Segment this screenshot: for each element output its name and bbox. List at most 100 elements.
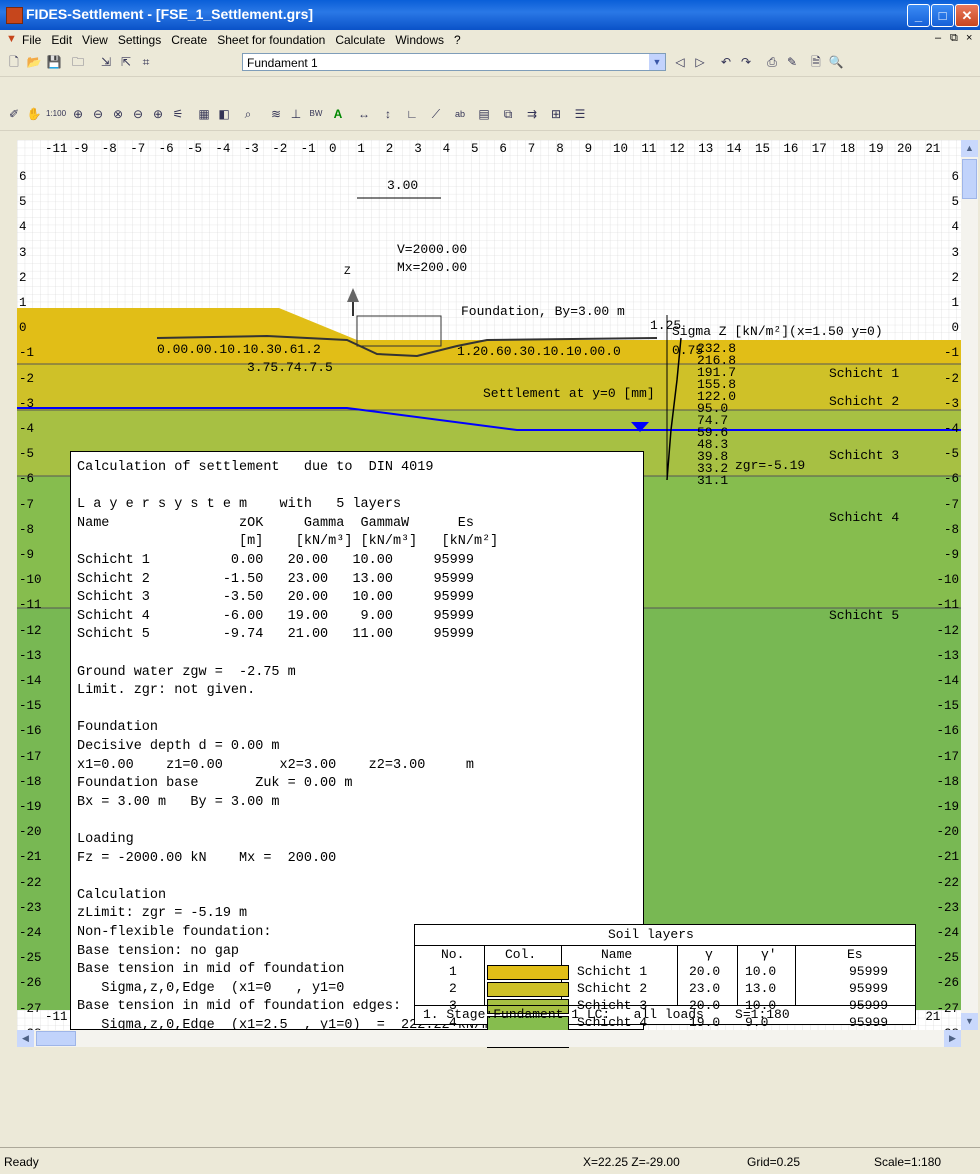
text-icon[interactable]: A	[330, 106, 346, 122]
zoom-all-icon[interactable]: ⊕	[150, 106, 166, 122]
ruler-tick: 3	[19, 245, 27, 260]
menu-help[interactable]: ?	[449, 30, 466, 50]
scroll-down-icon[interactable]: ▼	[961, 1013, 978, 1030]
ruler-tick: -6	[943, 472, 959, 487]
soil-color-swatch[interactable]	[487, 982, 569, 997]
previous-sheet-icon[interactable]: ◁	[672, 54, 688, 70]
left-ruler: 6 5 4 3 2 1 0 -1 -2 -3 -4 -5 -6 -7 -8 -9 -10 -11 -12 -13 -14…	[19, 140, 49, 1030]
group-icon[interactable]: ⊞	[548, 106, 564, 122]
ruler-tick: -3	[943, 396, 959, 411]
horizontal-scroll-thumb[interactable]	[36, 1031, 76, 1046]
scale-icon[interactable]: 1:100	[46, 106, 66, 122]
ruler-tick: -8	[101, 142, 117, 156]
copy-icon[interactable]: ⧉	[500, 106, 516, 122]
menu-view[interactable]: View	[77, 30, 113, 50]
ruler-tick: -15	[19, 699, 42, 714]
menu-edit[interactable]: Edit	[46, 30, 77, 50]
save-icon[interactable]: 💾	[46, 54, 62, 70]
properties-icon[interactable]: ☰	[572, 106, 588, 122]
layer-icon[interactable]: ◧	[216, 106, 232, 122]
soil-color-swatch[interactable]	[487, 965, 569, 980]
soil-header-col: Col.	[505, 947, 537, 962]
angle-icon[interactable]: ∟	[404, 106, 420, 122]
find-icon[interactable]: ⌕	[240, 106, 256, 122]
folder-icon[interactable]: 🗀	[70, 54, 86, 70]
ruler-tick: -27	[936, 1001, 959, 1016]
zoom-out-icon[interactable]: ⊖	[90, 106, 106, 122]
menu-calculate[interactable]: Calculate	[330, 30, 390, 50]
vertical-scrollbar[interactable]: ▲ ▼	[961, 140, 978, 1030]
ruler-tick: -23	[936, 900, 959, 915]
result-line: Schicht 3 -3.50 20.00 10.00 95999	[77, 590, 474, 606]
mdi-restore-icon[interactable]: ⧉	[950, 32, 958, 45]
zoom-previous-icon[interactable]: ⊖	[130, 106, 146, 122]
minimize-button[interactable]: _	[907, 4, 930, 27]
app-icon[interactable]	[6, 7, 23, 24]
mdi-minimize-icon[interactable]: –	[935, 32, 941, 44]
ruler-tick: -2	[943, 371, 959, 386]
preview-icon[interactable]: 🔍	[828, 54, 844, 70]
ruler-tick: 0	[329, 142, 337, 156]
soil-header-no: No.	[441, 947, 465, 962]
ruler-tick: -21	[936, 850, 959, 865]
redo-icon[interactable]: ↷	[738, 54, 754, 70]
ruler-tick: -1	[943, 346, 959, 361]
ruler-tick: 19	[868, 142, 884, 156]
soil-layer-icon[interactable]: ≋	[268, 106, 284, 122]
maximize-button[interactable]: □	[931, 4, 954, 27]
sheet-select[interactable]: Fundament 1 ▼	[242, 53, 666, 71]
new-file-icon[interactable]: 🗋	[6, 54, 22, 70]
settlement-label: Settlement at y=0 [mm]	[483, 386, 655, 401]
scroll-left-icon[interactable]: ◀	[17, 1030, 34, 1047]
soil-layers-table[interactable]: Soil layers No. Col. Name γ γ' Es 1 Schic…	[414, 924, 916, 1048]
ruler-tick: -17	[19, 749, 42, 764]
next-sheet-icon[interactable]: ▷	[692, 54, 708, 70]
ruler-tick: 12	[669, 142, 685, 156]
close-button[interactable]: ✕	[955, 4, 979, 27]
status-grid: Grid=0.25	[747, 1155, 801, 1169]
hatch-icon[interactable]: ▤	[476, 106, 492, 122]
scroll-right-icon[interactable]: ▶	[944, 1030, 961, 1047]
menu-settings[interactable]: Settings	[113, 30, 166, 50]
pan-icon[interactable]: ✋	[26, 106, 42, 122]
menu-windows[interactable]: Windows	[390, 30, 449, 50]
ruler-tick: -20	[936, 825, 959, 840]
edit-icon[interactable]: ✐	[6, 106, 22, 122]
menu-sheet-for-foundation[interactable]: Sheet for foundation	[212, 30, 330, 50]
horizontal-scrollbar[interactable]: ◀ ▶	[17, 1030, 961, 1047]
slope-icon[interactable]: ⟋	[428, 106, 444, 122]
grid-icon[interactable]: ▦	[196, 106, 212, 122]
import-icon[interactable]: ⇲	[98, 54, 114, 70]
ruler-tick: -11	[936, 598, 959, 613]
export-icon[interactable]: ⇱	[118, 54, 134, 70]
scroll-up-icon[interactable]: ▲	[961, 140, 978, 157]
menu-create[interactable]: Create	[166, 30, 212, 50]
result-line: L a y e r s y s t e m with 5 layers	[77, 497, 402, 513]
menu-app-icon[interactable]: ▼	[6, 33, 17, 45]
pick-icon[interactable]: ⚟	[170, 106, 186, 122]
result-line: Schicht 5 -9.74 21.00 11.00 95999	[77, 627, 474, 643]
wand-icon[interactable]: ✎	[784, 54, 800, 70]
open-file-icon[interactable]: 📂	[26, 54, 42, 70]
vertical-scroll-thumb[interactable]	[962, 159, 977, 199]
print-icon[interactable]: ⎙	[764, 54, 780, 70]
document-icon[interactable]: 🗎	[808, 54, 824, 70]
zoom-window-icon[interactable]: ⊗	[110, 106, 126, 122]
label-icon[interactable]: ab	[452, 106, 468, 122]
ruler-tick: 14	[726, 142, 742, 156]
move-icon[interactable]: ⇉	[524, 106, 540, 122]
groundwater-icon[interactable]: BW	[308, 106, 324, 122]
mdi-close-icon[interactable]: ×	[966, 32, 972, 44]
zoom-in-icon[interactable]: ⊕	[70, 106, 86, 122]
menu-bar: File Edit View Settings Create Sheet for foun…	[0, 30, 980, 50]
ruler-tick: -6	[158, 142, 174, 156]
dimension-h-icon[interactable]: ↔	[356, 106, 372, 122]
ruler-tick: -4	[215, 142, 231, 156]
xml-icon[interactable]: ⌗	[138, 54, 154, 70]
undo-icon[interactable]: ↶	[718, 54, 734, 70]
dimension-v-icon[interactable]: ↕	[380, 106, 396, 122]
foundation-icon[interactable]: ⊥	[288, 106, 304, 122]
chevron-down-icon[interactable]: ▼	[649, 54, 665, 70]
status-ready: Ready	[4, 1155, 39, 1169]
result-line: Sigma,z,0,Edge (x1=0 , y1=0	[77, 980, 345, 996]
